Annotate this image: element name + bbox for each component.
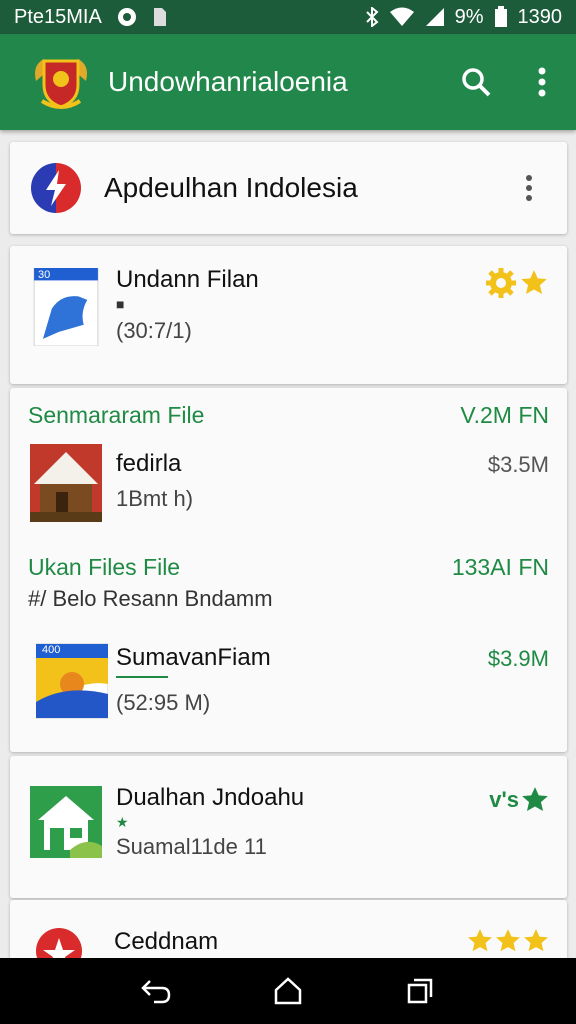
house-photo-thumbnail-icon: [30, 444, 102, 522]
item-price: $3.9M: [487, 646, 549, 671]
more-vert-icon[interactable]: [524, 64, 560, 100]
green-house-thumbnail-icon: [30, 786, 102, 858]
header-title: Apdeulhan Indolesia: [104, 172, 358, 203]
gear-icon: [486, 268, 516, 298]
notification-circle-icon: [116, 6, 138, 28]
rating-text: v's: [489, 787, 519, 812]
header-more-icon[interactable]: [511, 170, 547, 206]
file-notification-icon: [152, 7, 168, 27]
bluetooth-icon: [365, 7, 379, 27]
header-card[interactable]: Apdeulhan Indolesia: [10, 142, 567, 234]
rating: [484, 266, 548, 300]
rating: [467, 928, 549, 954]
app-title: Undowhanrialoenia: [108, 66, 348, 97]
item-title: SumavanFiam: [116, 644, 271, 671]
item-price: $3.5M: [487, 452, 549, 477]
star-icon: [468, 929, 492, 952]
section-size: V.2M FN: [460, 402, 549, 428]
back-icon[interactable]: [136, 971, 176, 1011]
home-icon[interactable]: [268, 971, 308, 1011]
section-size: 133AI FN: [451, 554, 549, 580]
item-title: Undann Filan: [116, 266, 259, 293]
status-clock: 1390: [517, 5, 563, 28]
section-title: Senmararam File: [28, 402, 205, 428]
section-title: Ukan Files File: [28, 554, 181, 580]
navigation-bar: [0, 958, 576, 1024]
star-icon: [524, 929, 548, 952]
recents-icon[interactable]: [400, 971, 440, 1011]
search-icon[interactable]: [458, 64, 494, 100]
underline: [116, 676, 168, 678]
item-title: fedirla: [116, 450, 182, 477]
file-card-undann[interactable]: 30 Undann Filan ■ (30:7/1): [10, 246, 567, 384]
thumb-tag: 30: [38, 269, 51, 281]
thumb-tag: 400: [42, 644, 61, 656]
star-icon: [521, 270, 547, 294]
item-subtitle: (30:7/1): [116, 318, 192, 343]
signal-icon: [425, 7, 445, 27]
lightning-icon: [31, 163, 81, 213]
item-subtitle: (52:95 M): [116, 690, 211, 715]
app-bar: Undowhanrialoenia: [0, 34, 576, 130]
file-card-dualhan[interactable]: Dualhan Jndoahu ★ Suamal11de 11 v's: [10, 756, 567, 898]
person-icon: ■: [116, 296, 125, 312]
item-title: Dualhan Jndoahu: [116, 784, 305, 811]
wifi-icon: [389, 7, 415, 27]
item-subtitle: Suamal11de 11: [116, 834, 267, 859]
rating: v's: [489, 786, 549, 814]
status-bar: Pte15MIA 9% 1390: [0, 0, 576, 34]
star-icon: [496, 929, 520, 952]
item-subtitle: 1Bmt h): [116, 486, 194, 511]
section-subtitle: #/ Belo Resann Bndamm: [28, 586, 273, 611]
item-title: Ceddnam: [114, 928, 219, 955]
file-card-senmararam: Senmararam File V.2M FN fedirla 1Bmt h) …: [10, 388, 567, 752]
battery-icon: [494, 6, 508, 28]
status-time-left: Pte15MIA: [14, 5, 102, 28]
battery-percent: 9%: [454, 5, 484, 28]
star-icon: [522, 787, 548, 811]
small-star-icon: ★: [116, 814, 129, 830]
coat-of-arms-logo: [35, 59, 87, 109]
